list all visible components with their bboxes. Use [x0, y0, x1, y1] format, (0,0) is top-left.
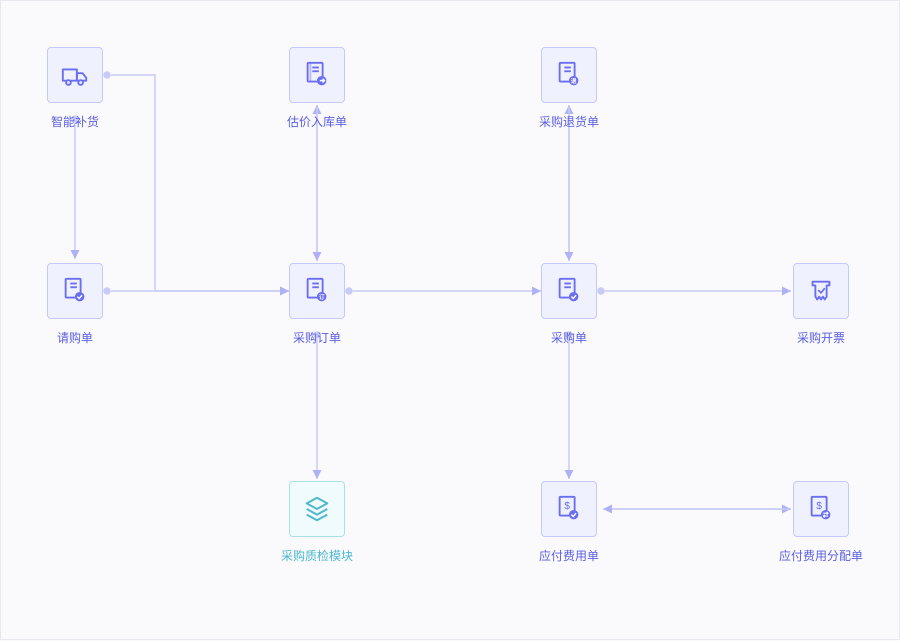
- node-label: 应付费用单: [539, 547, 599, 564]
- doc-arrow-icon: [289, 47, 345, 103]
- truck-icon: [47, 47, 103, 103]
- svg-text:退: 退: [571, 77, 577, 85]
- node-est-inbound[interactable]: 估价入库单: [281, 47, 353, 130]
- doc-check-icon: [47, 263, 103, 319]
- node-label: 采购退货单: [539, 113, 599, 130]
- node-purchase-note[interactable]: 采购单: [533, 263, 605, 346]
- node-purchase-req[interactable]: 请购单: [39, 263, 111, 346]
- doc-return-icon: 退: [541, 47, 597, 103]
- node-label: 请购单: [57, 329, 93, 346]
- node-smart-restock[interactable]: 智能补货: [39, 47, 111, 130]
- node-fee-alloc[interactable]: $ 应付费用分配单: [785, 481, 857, 564]
- node-label: 采购质检模块: [281, 547, 353, 564]
- doc-money-icon: $: [541, 481, 597, 537]
- node-label: 应付费用分配单: [779, 547, 863, 564]
- svg-text:订: 订: [319, 293, 325, 301]
- connector-layer: [1, 1, 900, 641]
- receipt-icon: [793, 263, 849, 319]
- node-label: 采购订单: [293, 329, 341, 346]
- layers-icon: [289, 481, 345, 537]
- node-purchase-return[interactable]: 退 采购退货单: [533, 47, 605, 130]
- node-purchase-order[interactable]: 订 采购订单: [281, 263, 353, 346]
- doc-swap-icon: $: [793, 481, 849, 537]
- node-label: 采购单: [551, 329, 587, 346]
- node-payable-fee[interactable]: $ 应付费用单: [533, 481, 605, 564]
- node-qc-module[interactable]: 采购质检模块: [281, 481, 353, 564]
- svg-text:$: $: [564, 501, 570, 512]
- doc-check-icon: [541, 263, 597, 319]
- node-label: 智能补货: [51, 113, 99, 130]
- doc-order-icon: 订: [289, 263, 345, 319]
- node-invoice[interactable]: 采购开票: [785, 263, 857, 346]
- node-label: 采购开票: [797, 329, 845, 346]
- node-label: 估价入库单: [287, 113, 347, 130]
- svg-text:$: $: [816, 501, 822, 512]
